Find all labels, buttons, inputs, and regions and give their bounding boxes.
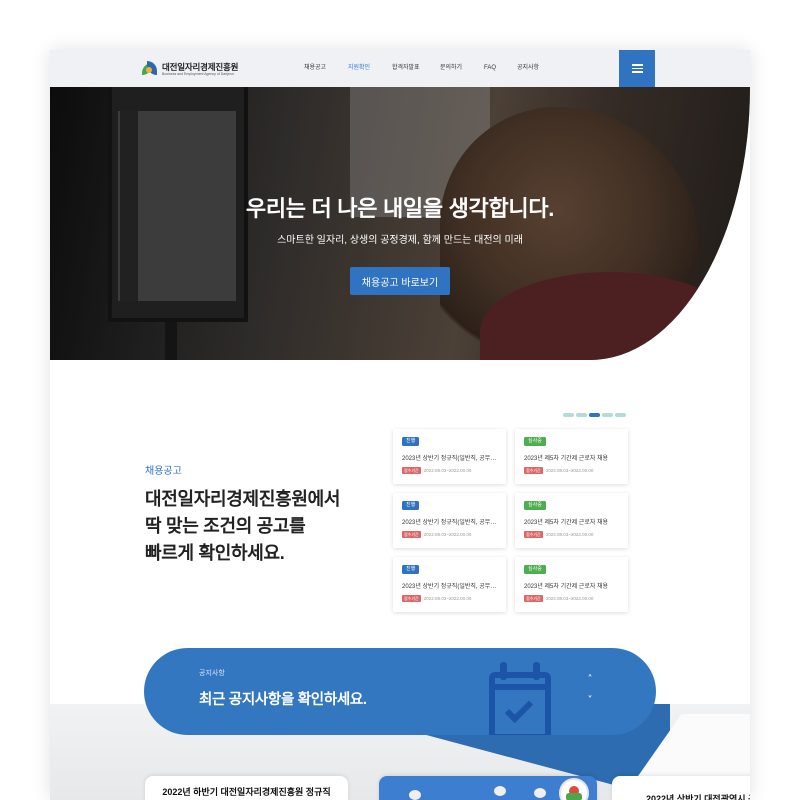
notice-card[interactable]: 2022년 하반기 대전일자리경제진흥원 정규직: [145, 776, 348, 800]
status-badge: 심사중: [524, 437, 546, 446]
slider-dot[interactable]: [602, 413, 613, 417]
main-nav: 채용공고 지원확인 합격자발표 문의하기 FAQ 공지사항: [304, 63, 557, 73]
hamburger-icon-line: [631, 71, 643, 73]
nav-item-results[interactable]: 합격자발표: [392, 63, 440, 73]
status-badge: 진행: [402, 437, 420, 446]
status-badge: 진행: [402, 565, 420, 574]
recruit-card-title: 2023년 상반기 정규직(일반직, 공무직) 채용: [402, 584, 500, 590]
recruit-card-title: 2023년 상반기 정규직(일반직, 공무직) 채용: [402, 520, 500, 526]
logo-title: 대전일자리경제진흥원: [162, 61, 239, 72]
recruit-card[interactable]: 심사중 2023년 제5차 기간제 근로자 채용 접수기간 2022.08.03~…: [515, 493, 628, 548]
slider-dot-active[interactable]: [589, 413, 600, 417]
hero-banner: 우리는 더 나은 내일을 생각합니다. 스마트한 일자리, 상생의 공정경제, …: [50, 87, 750, 360]
nav-item-application-check[interactable]: 지원확인: [348, 63, 392, 73]
recruit-card[interactable]: 진행 2023년 상반기 정규직(일반직, 공무직) 채용 접수기간 2022.0…: [393, 493, 506, 548]
recruit-card-title: 2023년 제5차 기간제 근로자 채용: [524, 456, 609, 462]
recruit-card-period: 2022.08.03~2022.00.00: [423, 596, 472, 601]
notice-card-image[interactable]: [379, 776, 597, 800]
notice-card-title: 2022년 상반기 대전광역시 공: [646, 794, 750, 800]
notice-banner[interactable]: 공지사항 최근 공지사항을 확인하세요. ˄ ˅: [144, 648, 656, 735]
calendar-check-icon: [486, 662, 554, 735]
nav-item-faq[interactable]: FAQ: [484, 63, 517, 73]
slider-dot[interactable]: [563, 413, 574, 417]
recruit-card-title: 2023년 상반기 정규직(일반직, 공무직) 채용: [402, 456, 500, 462]
recruit-card-period: 2022.08.03~2022.00.00: [545, 532, 594, 537]
view-recruit-button[interactable]: 채용공고 바로보기: [350, 267, 450, 295]
recruit-headline-line: 빠르게 확인하세요.: [145, 543, 285, 563]
recruit-card-title: 2023년 제5차 기간제 근로자 채용: [524, 584, 609, 590]
site-header: 대전일자리경제진흥원 Business and Employment Agenc…: [50, 50, 750, 87]
hamburger-icon-line: [631, 67, 643, 70]
period-tag: 접수기간: [402, 531, 421, 538]
recruit-card[interactable]: 심사중 2023년 제5차 기간제 근로자 채용 접수기간 2022.08.03~…: [515, 557, 628, 612]
recruit-section-label: 채용공고: [145, 466, 182, 477]
notice-prev-button[interactable]: ˄: [585, 675, 595, 685]
recruit-card[interactable]: 진행 2023년 상반기 정규직(일반직, 공무직) 채용 접수기간 2022.0…: [393, 429, 506, 484]
page: 대전일자리경제진흥원 Business and Employment Agenc…: [50, 50, 750, 800]
recruit-card-title: 2023년 제5차 기간제 근로자 채용: [524, 520, 609, 526]
hero-overlay: [50, 87, 750, 360]
slider-dots: [563, 413, 626, 417]
period-tag: 접수기간: [524, 531, 543, 538]
notice-title: 최근 공지사항을 확인하세요.: [199, 692, 367, 708]
slider-dot[interactable]: [615, 413, 626, 417]
notice-card-title: 2022년 하반기 대전일자리경제진흥원 정규직: [162, 787, 331, 797]
logo-mark-icon: [142, 61, 158, 77]
recruit-card[interactable]: 심사중 2023년 제5차 기간제 근로자 채용 접수기간 2022.08.03~…: [515, 429, 628, 484]
hero-title: 우리는 더 나은 내일을 생각합니다.: [245, 196, 555, 221]
status-badge: 심사중: [524, 501, 546, 510]
status-badge: 진행: [402, 501, 420, 510]
nav-item-recruit[interactable]: 채용공고: [304, 63, 348, 73]
hero-subtitle: 스마트한 일자리, 상생의 공정경제, 함께 만드는 대전의 미래: [277, 235, 523, 246]
recruit-card-period: 2022.08.03~2022.00.00: [423, 468, 472, 473]
recruit-card-period: 2022.08.03~2022.00.00: [545, 468, 594, 473]
logo-subtitle: Business and Employment Agency of Daejeo…: [162, 71, 234, 76]
nav-item-inquiry[interactable]: 문의하기: [440, 63, 484, 73]
recruit-headline: 대전일자리경제진흥원에서 딱 맞는 조건의 공고를 빠르게 확인하세요.: [145, 486, 340, 567]
illustration-icon: [409, 790, 421, 800]
period-tag: 접수기간: [524, 595, 543, 602]
hamburger-menu-button[interactable]: [619, 50, 655, 87]
period-tag: 접수기간: [524, 467, 543, 474]
recruit-headline-line: 딱 맞는 조건의 공고를: [145, 516, 306, 536]
recruit-card-period: 2022.08.03~2022.00.00: [423, 532, 472, 537]
hamburger-icon: [631, 64, 643, 66]
site-logo[interactable]: 대전일자리경제진흥원 Business and Employment Agenc…: [142, 58, 238, 80]
period-tag: 접수기간: [402, 467, 421, 474]
recruit-card-period: 2022.08.03~2022.00.00: [545, 596, 594, 601]
nav-item-notice[interactable]: 공지사항: [517, 63, 557, 73]
emblem-icon: [559, 778, 589, 800]
notice-card[interactable]: 2022년 상반기 대전광역시 공: [612, 776, 750, 800]
recruit-headline-line: 대전일자리경제진흥원에서: [145, 489, 341, 509]
illustration-icon: [534, 788, 546, 798]
illustration-icon: [494, 786, 506, 796]
notice-label: 공지사항: [199, 670, 225, 677]
status-badge: 심사중: [524, 565, 546, 574]
period-tag: 접수기간: [402, 595, 421, 602]
slider-dot[interactable]: [576, 413, 587, 417]
recruit-card[interactable]: 진행 2023년 상반기 정규직(일반직, 공무직) 채용 접수기간 2022.0…: [393, 557, 506, 612]
notice-next-button[interactable]: ˅: [585, 696, 595, 706]
